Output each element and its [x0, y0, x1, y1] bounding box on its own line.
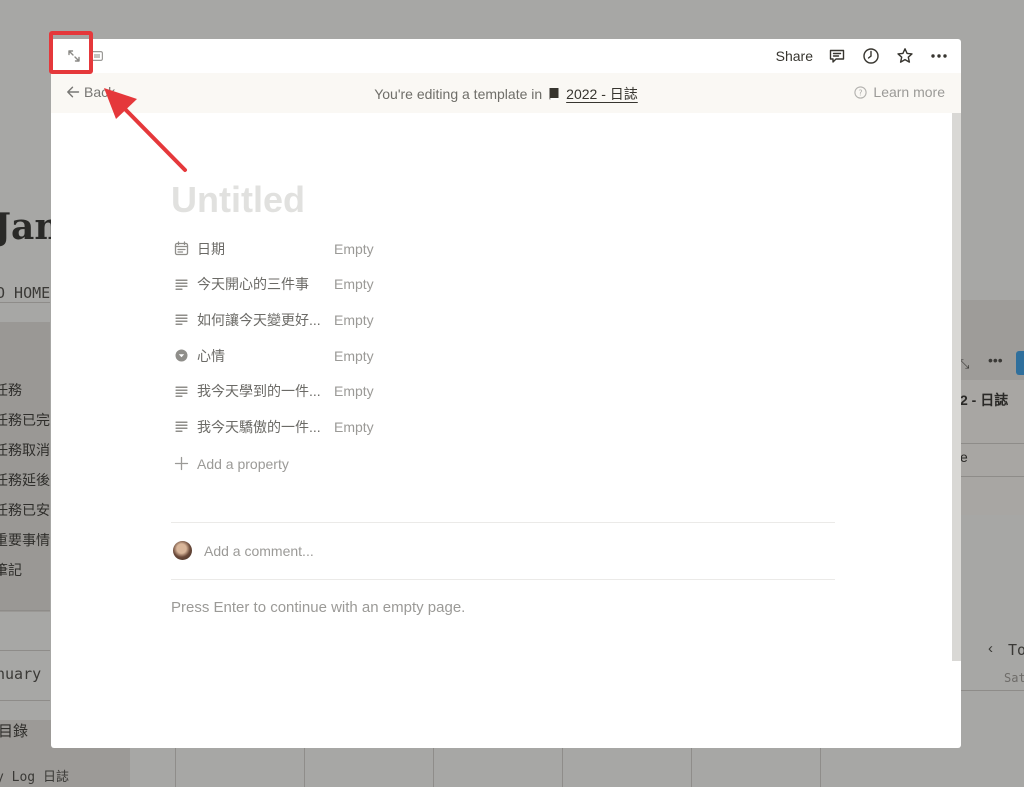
background-list-item: 任務延後 [0, 472, 50, 488]
select-icon [175, 349, 188, 362]
background-divider [0, 610, 50, 611]
property-name[interactable]: 如何讓今天變更好... [171, 310, 334, 330]
empty-page-hint: Press Enter to continue with an empty pa… [171, 599, 466, 616]
learn-more-link[interactable]: ? Learn more [854, 84, 945, 100]
background-chevron-left-icon: ‹ [988, 640, 993, 657]
avatar [173, 541, 192, 560]
property-value[interactable]: Empty [334, 312, 374, 328]
comments-button[interactable] [827, 46, 847, 66]
background-grid-line [433, 748, 434, 787]
background-divider [0, 700, 50, 701]
property-label: 如何讓今天變更好... [197, 311, 321, 328]
database-link[interactable]: 2022 - 日誌 [548, 84, 638, 104]
text-icon [175, 279, 188, 290]
background-month-label: nuary [0, 665, 42, 683]
background-divider [961, 690, 1024, 691]
background-home-link: O HOME [0, 284, 51, 302]
background-more-icon: ••• [988, 352, 1003, 368]
background-directory-label: 目錄 [0, 723, 29, 740]
comments-divider-top [171, 522, 835, 523]
background-task-list: 任務 任務已完 任務取消 任務延後 任務已安 重要事情 筆記 [0, 380, 50, 590]
comment-icon [829, 49, 845, 63]
star-icon [897, 48, 913, 63]
calendar-icon [174, 241, 189, 256]
property-label: 日期 [197, 240, 225, 257]
template-editing-notice: You're editing a template in 2022 - 日誌 [51, 84, 961, 104]
property-row[interactable]: 我今天驕傲的一件... Empty [171, 409, 835, 445]
property-value[interactable]: Empty [334, 276, 374, 292]
background-divider [961, 443, 1024, 444]
background-list-item: 重要事情 [0, 532, 50, 548]
clock-icon [863, 48, 879, 64]
property-value[interactable]: Empty [334, 383, 374, 399]
text-icon [175, 386, 188, 397]
learn-more-label: Learn more [873, 84, 945, 100]
editing-text: You're editing a template in [374, 86, 543, 102]
property-row[interactable]: 心情 Empty [171, 338, 835, 374]
background-list-item: 任務 [0, 382, 22, 398]
property-name[interactable]: 心情 [171, 346, 334, 366]
background-divider [961, 476, 1024, 477]
property-value[interactable]: Empty [334, 241, 374, 257]
property-row[interactable]: 我今天學到的一件... Empty [171, 373, 835, 409]
comment-input[interactable]: Add a comment... [204, 543, 314, 559]
background-grid-line [304, 748, 305, 787]
background-new-button [1016, 351, 1024, 375]
database-name: 2022 - 日誌 [566, 86, 638, 102]
background-divider [0, 302, 50, 303]
property-value[interactable]: Empty [334, 348, 374, 364]
background-today-label: To [1008, 641, 1024, 659]
property-label: 我今天驕傲的一件... [197, 418, 321, 435]
add-comment-row[interactable]: Add a comment... [173, 541, 314, 560]
more-icon [931, 54, 947, 58]
background-right-row: e [960, 449, 968, 465]
comments-divider-bottom [171, 579, 835, 580]
text-icon [175, 314, 188, 326]
property-name[interactable]: 今天開心的三件事 [171, 274, 334, 294]
property-name[interactable]: 我今天驕傲的一件... [171, 417, 334, 437]
background-weekday-label: Sat [1004, 671, 1024, 685]
background-list-item: 任務已安 [0, 502, 50, 518]
add-property-label: Add a property [197, 455, 289, 472]
annotation-highlight-box [49, 31, 93, 74]
share-button[interactable]: Share [776, 48, 813, 64]
property-row[interactable]: 如何讓今天變更好... Empty [171, 302, 835, 338]
background-list-item: 任務已完 [0, 412, 50, 428]
page-title-input[interactable]: Untitled [171, 179, 305, 221]
background-right-panel-title: 2 - 日誌 [960, 392, 1009, 408]
add-property-button[interactable]: Add a property [171, 445, 835, 483]
property-label: 今天開心的三件事 [197, 276, 309, 293]
updates-button[interactable] [861, 46, 881, 66]
background-list-item: 筆記 [0, 562, 22, 578]
background-grid-line [562, 748, 563, 787]
property-label: 我今天學到的一件... [197, 383, 321, 400]
topbar-actions: Share [776, 44, 949, 68]
property-value[interactable]: Empty [334, 419, 374, 435]
property-list: 日期 Empty 今天開心的三件事 Empty 如何讓今天變更好... Empt… [171, 231, 835, 483]
modal-topbar: Share [51, 39, 961, 73]
favorite-button[interactable] [895, 46, 915, 66]
plus-icon [174, 456, 189, 471]
svg-text:?: ? [859, 88, 863, 97]
background-divider [0, 650, 50, 651]
background-grid-line [175, 748, 176, 787]
background-grid-line [691, 748, 692, 787]
property-name[interactable]: 我今天學到的一件... [171, 381, 334, 401]
text-icon [175, 421, 188, 433]
background-grid-line [820, 748, 821, 787]
property-row[interactable]: 日期 Empty [171, 231, 835, 267]
help-icon: ? [854, 85, 868, 99]
property-label: 心情 [197, 347, 225, 364]
property-row[interactable]: 今天開心的三件事 Empty [171, 267, 835, 303]
property-name[interactable]: 日期 [171, 239, 334, 259]
background-daylog-label: y Log 日誌 [0, 770, 69, 785]
background-list-item: 任務取消 [0, 442, 50, 458]
template-editor-modal: Share Back You're editing a template in … [51, 39, 961, 748]
template-banner: Back You're editing a template in 2022 -… [51, 73, 961, 113]
more-options-button[interactable] [929, 46, 949, 66]
book-icon [549, 88, 559, 100]
modal-scrollbar[interactable] [952, 113, 961, 661]
